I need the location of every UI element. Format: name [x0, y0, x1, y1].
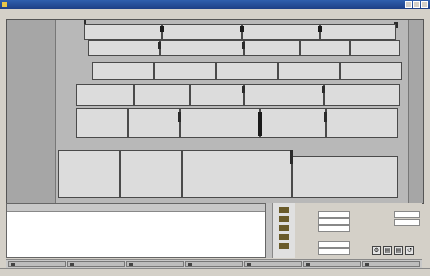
property-field[interactable] — [318, 241, 350, 248]
board-piece[interactable] — [216, 62, 278, 80]
board-piece[interactable] — [154, 62, 216, 80]
sheet-tab[interactable] — [303, 261, 361, 267]
board-piece[interactable] — [162, 24, 242, 40]
board-piece[interactable] — [326, 108, 398, 138]
option-field[interactable] — [394, 219, 420, 226]
app-icon — [2, 2, 7, 7]
tool-icon[interactable]: ↺ — [405, 246, 414, 255]
sheet-tab[interactable] — [8, 261, 66, 267]
sheet-tab-strip — [6, 259, 422, 268]
board-stack-icon[interactable] — [279, 243, 289, 249]
board-piece[interactable] — [88, 40, 160, 56]
board-piece[interactable] — [340, 62, 402, 80]
results-table[interactable] — [6, 203, 266, 258]
clamp-marker — [318, 26, 322, 32]
tool-icon[interactable]: ▤ — [394, 246, 403, 255]
clamp-marker — [178, 112, 181, 122]
application-window: ⚙ ▤ ▤ ↺ — [0, 0, 430, 276]
minimize-button[interactable] — [405, 1, 412, 8]
clamp-marker — [160, 26, 164, 32]
board-piece[interactable] — [58, 150, 120, 198]
board-piece[interactable] — [244, 40, 300, 56]
properties-panel — [296, 203, 356, 258]
title-bar — [0, 0, 430, 9]
property-field[interactable] — [318, 225, 350, 232]
menu-bar — [0, 9, 430, 18]
clamp-marker — [324, 112, 327, 122]
property-field[interactable] — [318, 218, 350, 225]
board-piece[interactable] — [160, 40, 244, 56]
clamp-marker — [258, 112, 262, 136]
sheet-tab[interactable] — [67, 261, 125, 267]
options-panel: ⚙ ▤ ▤ ↺ — [358, 203, 422, 258]
board-piece[interactable] — [76, 84, 134, 106]
bottom-panel: ⚙ ▤ ▤ ↺ — [6, 203, 422, 258]
clamp-marker — [322, 86, 325, 93]
board-piece[interactable] — [320, 24, 396, 40]
sheet-tab[interactable] — [362, 261, 420, 267]
clamp-marker — [242, 86, 245, 93]
maximize-button[interactable] — [413, 1, 420, 8]
board-piece[interactable] — [242, 24, 320, 40]
tool-icon[interactable]: ▤ — [383, 246, 392, 255]
board-piece[interactable] — [84, 24, 162, 40]
clamp-marker — [240, 26, 244, 32]
board-stack-icon[interactable] — [279, 234, 289, 240]
board-piece[interactable] — [134, 84, 190, 106]
option-field[interactable] — [394, 211, 420, 218]
sheet-tab[interactable] — [185, 261, 243, 267]
board-piece[interactable] — [180, 108, 260, 138]
board-piece[interactable] — [190, 84, 244, 106]
board-piece[interactable] — [92, 62, 154, 80]
stack-icon-column — [272, 203, 295, 258]
layout-canvas[interactable] — [6, 19, 424, 204]
board-piece[interactable] — [260, 108, 326, 138]
close-button[interactable] — [421, 1, 428, 8]
clamp-marker — [290, 150, 293, 164]
board-piece[interactable] — [300, 40, 350, 56]
property-field[interactable] — [318, 248, 350, 255]
tool-icon[interactable]: ⚙ — [372, 246, 381, 255]
sheet-tab[interactable] — [244, 261, 302, 267]
board-piece[interactable] — [292, 156, 398, 198]
property-field[interactable] — [318, 211, 350, 218]
clamp-marker — [242, 42, 245, 49]
board-piece[interactable] — [120, 150, 182, 198]
board-stack-icon[interactable] — [279, 207, 289, 213]
board-piece[interactable] — [182, 150, 292, 198]
board-stack-icon[interactable] — [279, 225, 289, 231]
board-piece[interactable] — [324, 84, 400, 106]
board-piece[interactable] — [278, 62, 340, 80]
panel-sheet[interactable] — [55, 20, 409, 203]
board-piece[interactable] — [76, 108, 128, 138]
board-piece[interactable] — [128, 108, 180, 138]
board-piece[interactable] — [350, 40, 400, 56]
sheet-tab[interactable] — [126, 261, 184, 267]
table-header — [7, 204, 265, 212]
board-piece[interactable] — [244, 84, 324, 106]
clamp-marker — [158, 42, 161, 49]
board-stack-icon[interactable] — [279, 216, 289, 222]
